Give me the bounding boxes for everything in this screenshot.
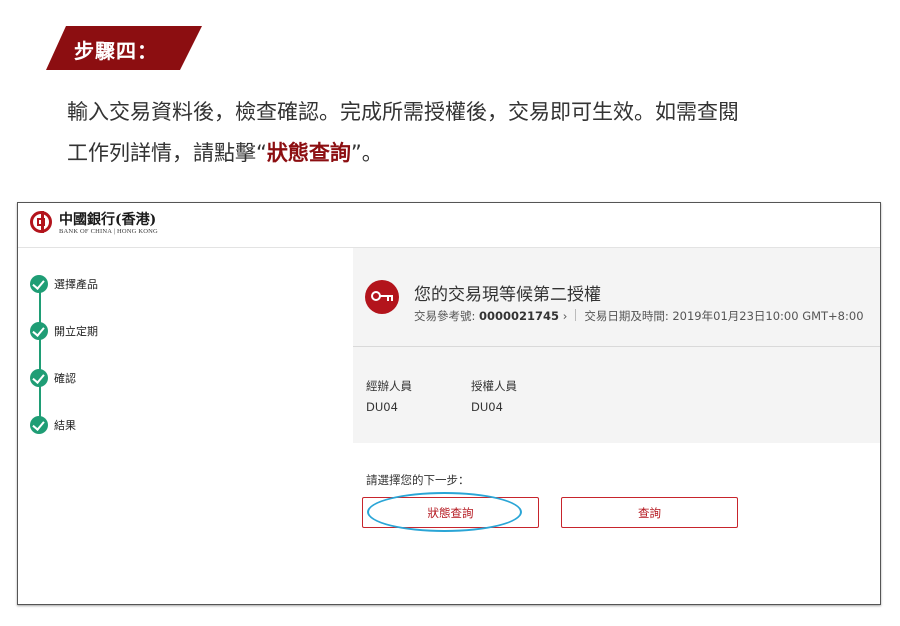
check-icon [30, 369, 48, 387]
next-step-label: 請選擇您的下一步： [366, 473, 470, 487]
ref-number: 0000021745 [479, 309, 560, 323]
operator-value: DU04 [366, 400, 398, 414]
instruction-line-1: 輸入交易資料後，檢查確認。完成所需授權後，交易即可生效。如需查閱 [67, 100, 739, 124]
authorizer-label: 授權人員 [471, 379, 517, 393]
result-panel: 您的交易現等候第二授權 交易參考號: 0000021745 › 交易日期及時間: … [353, 248, 880, 604]
step-label: 開立定期 [54, 325, 98, 338]
datetime-value: 2019年01月23日10:00 GMT+8:00 [672, 309, 864, 323]
authorizer-value: DU04 [471, 400, 503, 414]
highlight-ellipse [367, 492, 522, 532]
reference-line: 交易參考號: 0000021745 › 交易日期及時間: 2019年01月23日1… [414, 308, 864, 324]
inquiry-button[interactable]: 查詢 [561, 497, 738, 528]
logo-english: BANK OF CHINA | HONG KONG [59, 228, 158, 235]
check-icon [30, 416, 48, 434]
check-icon [30, 275, 48, 293]
separator [575, 309, 577, 321]
key-icon [365, 280, 399, 314]
step-label: 結果 [54, 419, 76, 432]
step-heading: 步驟四： [74, 39, 158, 63]
ref-label: 交易參考號: [414, 309, 476, 323]
check-icon [30, 322, 48, 340]
instruction-text: 工作列詳情，請點擊“ [67, 141, 267, 165]
progress-steps: 選擇產品 開立定期 確認 結果 [18, 248, 353, 604]
app-screenshot: 中國銀行(香港) BANK OF CHINA | HONG KONG 選擇產品 … [17, 202, 881, 605]
chevron-right-icon[interactable]: › [563, 309, 568, 323]
progress-line [39, 284, 41, 424]
datetime-label: 交易日期及時間: [584, 309, 669, 323]
step-label: 確認 [54, 372, 76, 385]
app-header: 中國銀行(香港) BANK OF CHINA | HONG KONG [18, 203, 880, 248]
logo-chinese: 中國銀行(香港) [59, 212, 157, 228]
operator-label: 經辦人員 [366, 379, 412, 393]
step-label: 選擇產品 [54, 278, 98, 291]
instruction-text-end: ”。 [350, 141, 383, 165]
divider [353, 346, 880, 347]
bank-logo-icon [30, 211, 52, 233]
instruction-line-2: 工作列詳情，請點擊“狀態查詢”。 [67, 138, 383, 168]
status-title: 您的交易現等候第二授權 [414, 285, 601, 305]
status-area: 您的交易現等候第二授權 交易參考號: 0000021745 › 交易日期及時間: … [353, 248, 880, 443]
instruction-highlight: 狀態查詢 [266, 141, 351, 165]
